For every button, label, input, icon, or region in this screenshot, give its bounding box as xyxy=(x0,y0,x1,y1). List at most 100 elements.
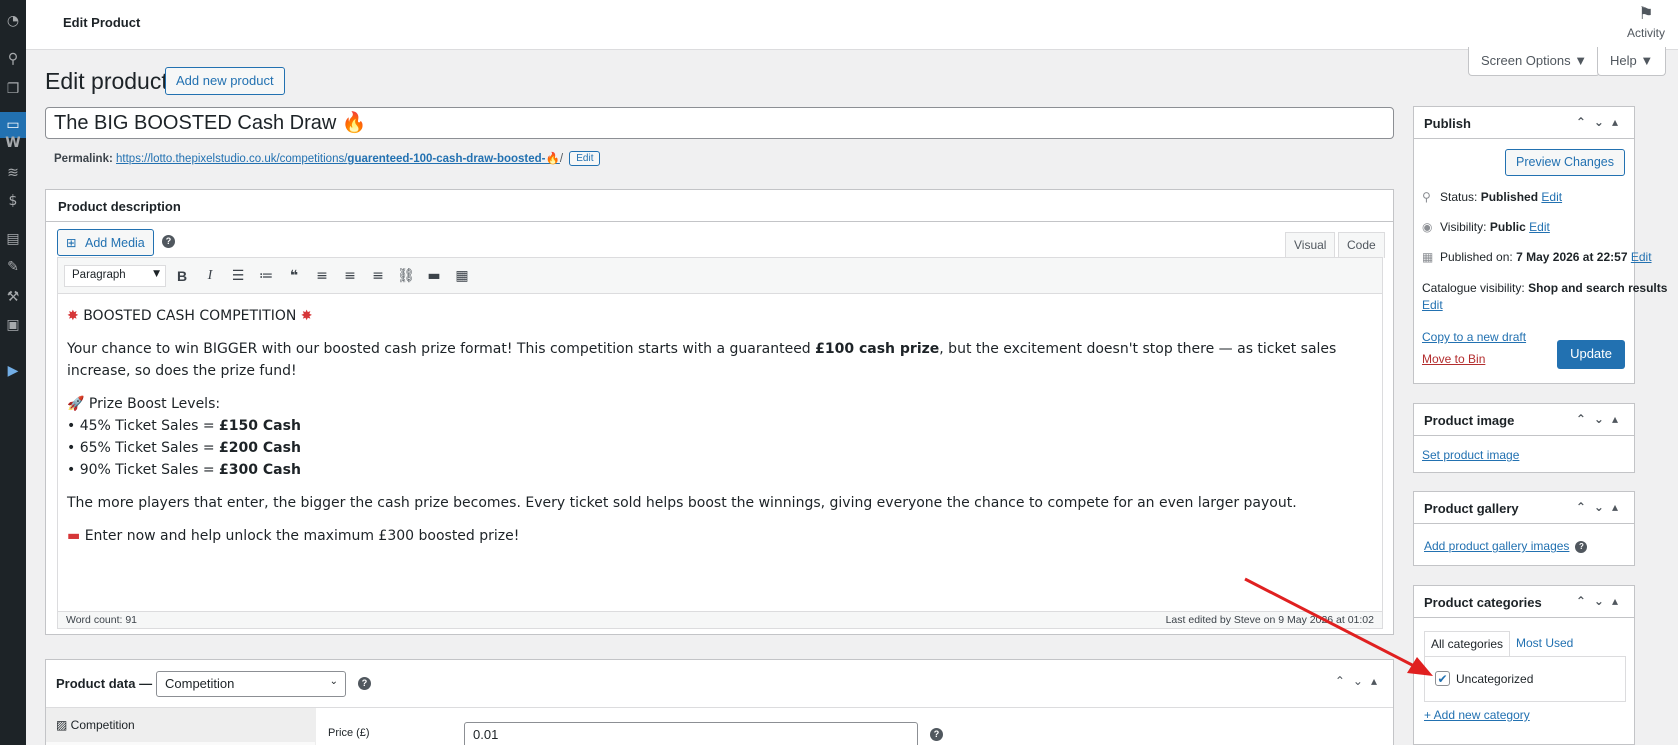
price-label: Price (£) xyxy=(328,727,370,739)
product-image-heading: Product image xyxy=(1424,413,1515,428)
edit-catalogue-link[interactable]: Edit xyxy=(1422,298,1443,312)
play-icon[interactable]: ▶ xyxy=(4,362,22,380)
blockquote-icon[interactable]: ❝ xyxy=(283,266,305,286)
edit-date-link[interactable]: Edit xyxy=(1631,250,1652,264)
help-icon[interactable]: ? xyxy=(1575,540,1588,553)
status-row: ⚲ Status: Published Edit xyxy=(1422,190,1563,204)
add-gallery-row: Add product gallery images? xyxy=(1424,539,1588,553)
product-description-box: Product description ⊞ Add Media ? Visual … xyxy=(45,189,1394,635)
editor-content[interactable]: ✸ BOOSTED CASH COMPETITION ✸ Your chance… xyxy=(58,294,1382,608)
pages-icon[interactable]: ❐ xyxy=(4,80,22,98)
box-controls[interactable]: ⌃⌄▴ xyxy=(1576,115,1626,129)
tab-visual[interactable]: Visual xyxy=(1285,232,1336,258)
wallet-icon[interactable]: ▤ xyxy=(4,230,22,248)
catalogue-edit-row: Edit xyxy=(1422,298,1443,312)
permalink-label: Permalink: xyxy=(54,153,113,165)
add-new-product-button[interactable]: Add new product xyxy=(165,67,285,95)
layers-icon[interactable]: ≋ xyxy=(4,164,22,182)
tab-competition[interactable]: ▨ Competition xyxy=(46,708,315,742)
numbered-list-icon[interactable]: ≔ xyxy=(255,266,277,286)
add-new-category-link[interactable]: + Add new category xyxy=(1424,708,1530,722)
appearance-icon[interactable]: ✎ xyxy=(4,258,22,276)
add-gallery-images-link[interactable]: Add product gallery images xyxy=(1424,539,1569,553)
permalink-link[interactable]: https://lotto.thepixelstudio.co.uk/compe… xyxy=(116,153,560,165)
set-image-row: Set product image xyxy=(1422,448,1519,462)
catalogue-visibility-row: Catalogue visibility: Shop and search re… xyxy=(1422,281,1668,295)
activity-label: Activity xyxy=(1626,26,1665,40)
products-icon[interactable]: ▭ xyxy=(4,116,22,134)
product-data-tabs: ▨ Competition xyxy=(46,708,316,745)
add-media-button[interactable]: ⊞ Add Media xyxy=(57,229,154,256)
tab-all-categories[interactable]: All categories xyxy=(1424,631,1511,657)
italic-icon[interactable]: I xyxy=(199,266,221,286)
rocket-icon: 🚀 xyxy=(67,396,85,412)
woocommerce-icon[interactable]: W xyxy=(4,134,22,152)
set-product-image-link[interactable]: Set product image xyxy=(1422,448,1519,462)
ticket-icon: ▬ xyxy=(67,528,81,544)
add-category-row: + Add new category xyxy=(1424,708,1530,722)
activity-button[interactable]: ⚑ Activity xyxy=(1624,4,1668,40)
description-heading: Product description xyxy=(46,190,1393,222)
tab-most-used[interactable]: Most Used xyxy=(1510,631,1579,657)
product-gallery-box: Product gallery ⌃⌄▴ Add product gallery i… xyxy=(1413,491,1635,566)
page-title: Edit product xyxy=(45,68,168,94)
read-more-icon[interactable]: ▬ xyxy=(423,266,445,286)
media-icon: ⊞ xyxy=(66,235,77,250)
flag-icon: ⚑ xyxy=(1638,4,1654,24)
editor-status-bar: Word count: 91 Last edited by Steve on 9… xyxy=(58,611,1382,628)
box-controls[interactable]: ⌃⌄▴ xyxy=(1576,594,1626,608)
product-type-select[interactable]: Competition ⌄ xyxy=(156,671,346,697)
align-left-icon[interactable]: ≡ xyxy=(311,266,333,286)
price-input[interactable]: 0.01 xyxy=(464,722,918,745)
product-gallery-heading: Product gallery xyxy=(1424,501,1519,516)
permalink-edit-button[interactable]: Edit xyxy=(569,151,601,167)
align-right-icon[interactable]: ≡ xyxy=(367,266,389,286)
dashboard-icon[interactable]: ◔ xyxy=(4,12,22,30)
bullet-list-icon[interactable]: ☰ xyxy=(227,266,249,286)
sparkle-icon: ✸ xyxy=(300,308,313,324)
product-categories-heading: Product categories xyxy=(1424,595,1542,610)
toolbar-toggle-icon[interactable]: ▦ xyxy=(451,266,473,286)
word-count: Word count: 91 xyxy=(66,614,138,626)
tools-icon[interactable]: ▣ xyxy=(4,316,22,334)
category-list: ✔ Uncategorized xyxy=(1424,656,1626,702)
bold-icon[interactable]: B xyxy=(171,266,193,286)
box-controls[interactable]: ⌃⌄▴ xyxy=(1335,674,1385,688)
screen-options-button[interactable]: Screen Options ▼ xyxy=(1468,47,1601,76)
publish-heading: Publish xyxy=(1424,116,1471,131)
tab-code[interactable]: Code xyxy=(1338,232,1385,258)
move-bin-row: Move to Bin xyxy=(1422,352,1485,366)
editor: Paragraph ▼ B I ☰ ≔ ❝ ≡ ≡ ≡ ⛓ ▬ ▦ ✸ BOOST… xyxy=(57,257,1383,629)
payments-icon[interactable]: $ xyxy=(4,192,22,210)
format-select[interactable]: Paragraph ▼ xyxy=(64,265,166,287)
posts-icon[interactable]: ⚲ xyxy=(4,50,22,68)
product-data-box: Product data — Competition ⌄ ? ⌃⌄▴ ▨ Comp… xyxy=(45,659,1394,745)
help-icon[interactable]: ? xyxy=(358,677,371,690)
plugins-icon[interactable]: ⚒ xyxy=(4,288,22,306)
visibility-row: ◉ Visibility: Public Edit xyxy=(1422,220,1550,234)
top-bar: Edit Product ⚑ Activity xyxy=(26,0,1678,50)
update-button[interactable]: Update xyxy=(1557,340,1625,369)
box-controls[interactable]: ⌃⌄▴ xyxy=(1576,500,1626,514)
edit-visibility-link[interactable]: Edit xyxy=(1529,220,1550,234)
align-center-icon[interactable]: ≡ xyxy=(339,266,361,286)
topbar-title: Edit Product xyxy=(63,15,141,30)
link-icon[interactable]: ⛓ xyxy=(395,266,417,286)
move-to-bin-link[interactable]: Move to Bin xyxy=(1422,352,1485,366)
tab-icon: ▨ xyxy=(56,718,71,732)
box-controls[interactable]: ⌃⌄▴ xyxy=(1576,412,1626,426)
edit-status-link[interactable]: Edit xyxy=(1541,190,1562,204)
calendar-icon: ▦ xyxy=(1422,250,1434,264)
copy-to-draft-link[interactable]: Copy to a new draft xyxy=(1422,330,1526,344)
product-data-label: Product data — xyxy=(56,676,153,691)
help-icon[interactable]: ? xyxy=(162,235,175,248)
uncategorized-checkbox[interactable]: ✔ xyxy=(1435,671,1450,686)
admin-sidebar: ◔ ⚲ ❐ ▭ W ≋ $ ▤ ✎ ⚒ ▣ ▶ xyxy=(0,0,26,745)
help-button[interactable]: Help ▼ xyxy=(1597,47,1667,76)
help-icon[interactable]: ? xyxy=(930,728,943,741)
editor-toolbar: Paragraph ▼ B I ☰ ≔ ❝ ≡ ≡ ≡ ⛓ ▬ ▦ xyxy=(58,258,1382,294)
last-edited: Last edited by Steve on 9 May 2026 at 01… xyxy=(1165,614,1374,626)
preview-changes-button[interactable]: Preview Changes xyxy=(1505,149,1625,176)
product-title-input[interactable]: The BIG BOOSTED Cash Draw 🔥 xyxy=(45,107,1394,139)
content-headline: BOOSTED CASH COMPETITION xyxy=(83,308,297,324)
